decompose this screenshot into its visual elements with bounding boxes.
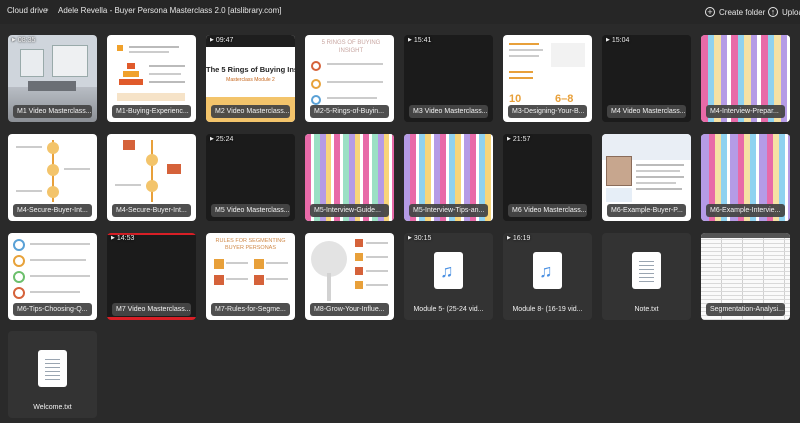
music-note-icon: ♫ <box>440 261 454 281</box>
video-duration: 14:53 <box>111 235 135 242</box>
file-tile-video[interactable]: 21:57 M6 Video Masterclass... <box>503 134 592 221</box>
thumb-title: 5 RINGS OF BUYING INSIGHT <box>321 40 381 54</box>
file-name: M4-Secure-Buyer-Int... <box>13 204 92 217</box>
breadcrumb-chevron-icon: › <box>46 5 49 14</box>
file-tile-image[interactable]: M4-Secure-Buyer-Int... <box>107 134 196 221</box>
file-tile-video[interactable]: 08:35 M1 Video Masterclass... <box>8 35 97 122</box>
file-tile-video[interactable]: 25:24 M5 Video Masterclass... <box>206 134 295 221</box>
thumb-number: 6–8 <box>555 93 574 105</box>
file-name: Note.txt <box>634 306 659 313</box>
upload-button[interactable]: ↑ Upload <box>768 5 800 19</box>
file-name: M6-Example-Buyer-P... <box>607 204 686 217</box>
thumb-title: The 5 Rings of Buying Insight <box>206 65 295 74</box>
file-name: M4-Interview-Prepar... <box>706 105 785 118</box>
file-name: M8-Grow-Your-Influe... <box>310 303 389 316</box>
file-tile-video[interactable]: 14:53 M7 Video Masterclass... <box>107 233 196 320</box>
file-tile-image[interactable]: RULES FOR SEGMENTING BUYER PERSONAS M7-R… <box>206 233 295 320</box>
file-name: M3 Video Masterclass... <box>409 105 488 118</box>
upload-label: Upload <box>782 7 800 17</box>
file-tile-video[interactable]: The 5 Rings of Buying Insight Masterclas… <box>206 35 295 122</box>
create-folder-button[interactable]: + Create folder <box>705 5 765 19</box>
file-name: M7 Video Masterclass... <box>112 303 191 316</box>
audio-file-icon: ♫ <box>434 252 463 289</box>
thumb-number: 10 <box>509 93 522 105</box>
file-tile-image[interactable]: Segmentation-Analysi... <box>701 233 790 320</box>
file-name: M2-5-Rings-of-Buyin... <box>310 105 389 118</box>
file-name: Segmentation-Analysi... <box>706 303 785 316</box>
file-name: M5 Video Masterclass... <box>211 204 290 217</box>
audio-file-icon: ♫ <box>533 252 562 289</box>
create-folder-label: Create folder <box>719 7 766 17</box>
top-toolbar: Cloud drive › Adele Revella - Buyer Pers… <box>0 0 800 24</box>
file-name: M7-Rules-for-Segme... <box>211 303 290 316</box>
video-progress-bar <box>107 317 196 320</box>
file-name: M1 Video Masterclass... <box>13 105 92 118</box>
file-name: M6-Tips-Choosing-Q... <box>13 303 92 316</box>
file-name: M6-Example-Intervie... <box>706 204 785 217</box>
file-tile-image[interactable]: M6-Example-Buyer-P... <box>602 134 691 221</box>
music-note-icon: ♫ <box>539 261 553 281</box>
file-name: M5-Interview-Guide... <box>310 204 389 217</box>
file-tile-text[interactable]: Note.txt <box>602 233 691 320</box>
file-tile-image[interactable]: M1-Buying-Experienc... <box>107 35 196 122</box>
video-duration: 09:47 <box>210 37 234 44</box>
file-tile-audio[interactable]: ♫ 30:15 Module 5- (25-24 vid... <box>404 233 493 320</box>
plus-circle-icon: + <box>705 7 715 17</box>
video-duration: 08:35 <box>12 37 36 44</box>
file-name: M5-Interview-Tips-an... <box>409 204 488 217</box>
file-name: M2 Video Masterclass... <box>211 105 290 118</box>
video-duration: 15:41 <box>408 37 432 44</box>
audio-duration: 16:19 <box>507 235 531 242</box>
breadcrumb-current: Adele Revella - Buyer Persona Masterclas… <box>58 6 282 15</box>
thumb-subtitle: Masterclass Module 2 <box>226 77 275 83</box>
file-name: M3-Designing-Your-B... <box>508 105 587 118</box>
file-tile-image[interactable]: M4-Interview-Prepar... <box>701 35 790 122</box>
text-document-icon <box>632 252 661 289</box>
file-tile-image[interactable]: 5 RINGS OF BUYING INSIGHT M2-5-Rings-of-… <box>305 35 394 122</box>
file-tile-image[interactable]: M6-Example-Intervie... <box>701 134 790 221</box>
file-name: Module 5- (25-24 vid... <box>413 306 484 313</box>
breadcrumb-root[interactable]: Cloud drive <box>7 6 47 15</box>
thumb-title: RULES FOR SEGMENTING BUYER PERSONAS <box>215 238 286 251</box>
upload-arrow-icon: ↑ <box>768 7 778 17</box>
file-tile-image[interactable]: M6-Tips-Choosing-Q... <box>8 233 97 320</box>
file-tile-video[interactable]: 15:04 M4 Video Masterclass... <box>602 35 691 122</box>
file-tile-audio[interactable]: ♫ 16:19 Module 8- (16-19 vid... <box>503 233 592 320</box>
file-tile-image[interactable]: 10 6–8 M3-Designing-Your-B... <box>503 35 592 122</box>
file-name: M4-Secure-Buyer-Int... <box>112 204 191 217</box>
text-document-icon <box>38 350 67 387</box>
video-duration: 25:24 <box>210 136 234 143</box>
file-name: M1-Buying-Experienc... <box>112 105 191 118</box>
file-name: Module 8- (16-19 vid... <box>512 306 583 313</box>
file-tile-text[interactable]: Welcome.txt <box>8 331 97 418</box>
audio-duration: 30:15 <box>408 235 432 242</box>
file-tile-image[interactable]: M5-Interview-Guide... <box>305 134 394 221</box>
file-tile-image[interactable]: M8-Grow-Your-Influe... <box>305 233 394 320</box>
file-name: Welcome.txt <box>33 404 72 411</box>
file-tile-video[interactable]: 15:41 M3 Video Masterclass... <box>404 35 493 122</box>
file-tile-image[interactable]: M4-Secure-Buyer-Int... <box>8 134 97 221</box>
file-name: M4 Video Masterclass... <box>607 105 686 118</box>
file-name: M6 Video Masterclass... <box>508 204 587 217</box>
video-duration: 15:04 <box>606 37 630 44</box>
file-tile-image[interactable]: M5-Interview-Tips-an... <box>404 134 493 221</box>
video-duration: 21:57 <box>507 136 531 143</box>
